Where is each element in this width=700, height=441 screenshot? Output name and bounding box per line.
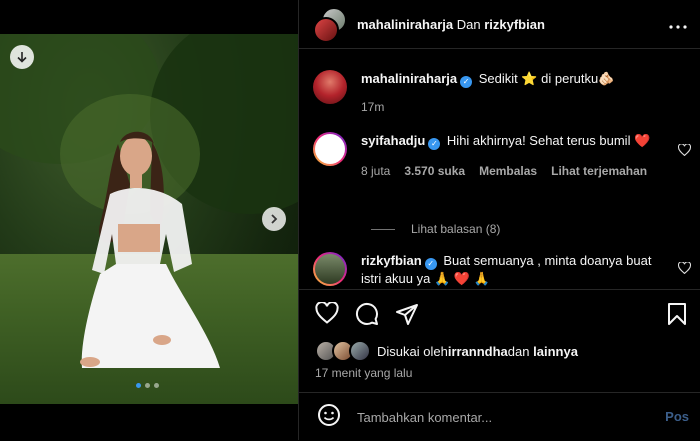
view-replies-label: Lihat balasan (8)	[411, 222, 501, 236]
liker-avatars	[315, 340, 371, 362]
post-panel: mahaliniraharja Dan rizkyfbian mahalinir…	[298, 0, 700, 440]
avatar[interactable]	[313, 132, 347, 166]
avatar[interactable]	[313, 252, 347, 286]
comment-input[interactable]	[355, 408, 639, 426]
comment-row: syifahadju ✓ Hihi akhirnya! Sehat terus b…	[313, 132, 671, 180]
comment-icon	[355, 302, 378, 325]
comment-username[interactable]: rizkyfbian	[361, 253, 422, 268]
carousel-dot	[145, 383, 150, 388]
verified-icon: ✓	[460, 76, 473, 88]
post-header: mahaliniraharja Dan rizkyfbian	[299, 0, 700, 49]
more-options-button[interactable]	[669, 16, 687, 34]
woman-figure	[80, 131, 220, 368]
caption-row: mahaliniraharja ✓ Sedikit ⭐ di perutku🫵🏻 …	[313, 70, 671, 116]
comment-text: Hihi akhirnya! Sehat terus bumil ❤️	[446, 133, 651, 148]
comments-list: mahaliniraharja ✓ Sedikit ⭐ di perutku🫵🏻 …	[299, 48, 700, 288]
comment-meta: 8 juta 3.570 suka Membalas Lihat terjema…	[361, 162, 671, 180]
avatar[interactable]	[313, 70, 347, 104]
more-horizontal-icon	[669, 25, 687, 29]
comment-time: 8 juta	[361, 164, 391, 178]
carousel-dots	[136, 383, 159, 388]
comment-like-button[interactable]	[677, 143, 692, 159]
comment-body: rizkyfbian ✓ Buat semuanya , minta doanya…	[361, 252, 671, 288]
carousel-dot	[154, 383, 159, 388]
likes-connector: dan	[507, 343, 530, 359]
verified-icon: ✓	[428, 138, 441, 150]
caption-body: mahaliniraharja ✓ Sedikit ⭐ di perutku🫵🏻 …	[361, 70, 671, 116]
replies-divider	[371, 228, 395, 230]
collab-avatars[interactable]	[313, 7, 347, 43]
translate-button[interactable]: Lihat terjemahan	[551, 162, 647, 180]
like-button[interactable]	[315, 301, 339, 329]
comment-bar: Pos	[299, 392, 700, 441]
likes-prefix: Disukai oleh	[377, 343, 448, 359]
heart-outline-icon	[315, 301, 339, 324]
comment-likes[interactable]: 3.570 suka	[404, 162, 465, 180]
avatar	[349, 340, 371, 362]
share-button[interactable]	[395, 302, 419, 331]
comment-username[interactable]: syifahadju	[361, 133, 425, 148]
header-user1[interactable]: mahaliniraharja	[357, 17, 453, 32]
comment-like-button[interactable]	[677, 261, 692, 277]
caption-meta: 17m	[361, 98, 671, 116]
likes-user[interactable]: irranndha	[448, 344, 508, 359]
caption-time: 17m	[361, 100, 385, 114]
action-bar	[299, 289, 700, 338]
emoji-button[interactable]	[317, 403, 341, 432]
heart-outline-icon	[677, 261, 692, 275]
chevron-right-icon	[271, 214, 278, 224]
verified-icon: ✓	[424, 258, 437, 270]
post-time: 17 menit yang lalu	[315, 366, 413, 380]
next-photo-button[interactable]	[262, 207, 286, 231]
post-photo[interactable]	[0, 34, 298, 404]
header-connector: Dan	[456, 16, 481, 32]
comment-button[interactable]	[355, 302, 379, 331]
emoji-icon	[318, 403, 340, 426]
header-user2[interactable]: rizkyfbian	[484, 17, 545, 32]
post-comment-button[interactable]: Pos	[665, 409, 689, 424]
reply-button[interactable]: Membalas	[479, 162, 537, 180]
post-media	[0, 0, 298, 440]
send-icon	[396, 304, 418, 325]
download-button[interactable]	[10, 45, 34, 69]
avatar	[313, 17, 339, 43]
caption-username[interactable]: mahaliniraharja	[361, 71, 457, 86]
comment-row: rizkyfbian ✓ Buat semuanya , minta doanya…	[313, 252, 671, 288]
caption-text: Sedikit ⭐ di perutku🫵🏻	[478, 71, 615, 86]
download-icon	[17, 52, 27, 63]
comment-body: syifahadju ✓ Hihi akhirnya! Sehat terus b…	[361, 132, 671, 180]
view-replies-button[interactable]: Lihat balasan (8)	[371, 222, 500, 236]
carousel-dot	[136, 383, 141, 388]
likes-summary: Disukai oleh irranndha dan lainnya	[315, 340, 578, 362]
heart-outline-icon	[677, 143, 692, 157]
likes-others[interactable]: lainnya	[533, 344, 578, 359]
save-button[interactable]	[667, 302, 687, 331]
header-usernames: mahaliniraharja Dan rizkyfbian	[357, 17, 545, 32]
bookmark-icon	[668, 303, 686, 325]
